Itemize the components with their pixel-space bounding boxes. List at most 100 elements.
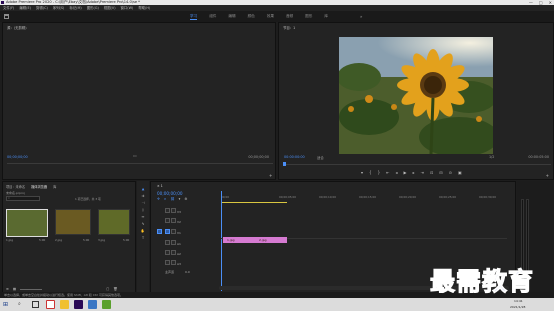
linked-selection-icon[interactable]: ⛓ xyxy=(170,197,174,201)
ruler-tick: 00;00;15;00 xyxy=(359,195,377,199)
program-scrubber[interactable] xyxy=(283,164,551,165)
project-tab[interactable]: 项目：未命名 xyxy=(6,184,25,189)
delete-icon[interactable]: 🗑 xyxy=(113,287,117,291)
new-item-icon[interactable]: ▢ xyxy=(106,287,109,291)
track-target-toggle[interactable] xyxy=(165,229,170,234)
add-marker-icon[interactable]: ▾ xyxy=(179,197,181,201)
media-browser-tab[interactable]: 媒体浏览器 xyxy=(31,184,47,189)
premiere-logo-icon xyxy=(1,1,4,4)
step-forward-icon[interactable]: ▸ xyxy=(413,170,415,175)
workspace-tab-learn[interactable]: 学习 xyxy=(190,14,198,20)
export-frame-icon[interactable]: ⊙ xyxy=(449,170,452,175)
workspace-tab-assembly[interactable]: 组件 xyxy=(209,14,216,20)
libraries-tab[interactable]: 库 xyxy=(53,184,56,189)
windows-taskbar: ⊞ ⌕ 14:41 2021/1/28 xyxy=(0,298,554,311)
snap-icon[interactable]: ∩ xyxy=(164,197,166,201)
app-taskbar-icon[interactable] xyxy=(102,300,111,309)
time-ruler[interactable]: 00;00 00;00;05;00 00;00;10;00 00;00;15;0… xyxy=(221,191,511,201)
extract-icon[interactable]: ⊟ xyxy=(439,170,442,175)
slip-tool-icon[interactable]: ↔ xyxy=(142,215,145,219)
program-timecode-duration: 00:00:05:00 xyxy=(528,155,549,159)
premiere-taskbar-icon[interactable] xyxy=(74,300,83,309)
app-taskbar-icon[interactable] xyxy=(88,300,97,309)
work-area-bar[interactable] xyxy=(221,202,287,203)
source-patch-v1[interactable] xyxy=(157,229,162,234)
track-target-toggle[interactable] xyxy=(165,250,170,255)
program-playhead[interactable] xyxy=(283,162,286,166)
workspace-tab-audio[interactable]: 音频 xyxy=(286,14,293,20)
track-lock-icon[interactable] xyxy=(171,240,176,245)
selection-tool-icon[interactable]: ▲ xyxy=(142,187,145,191)
program-timecode-current[interactable]: 00:00:00:00 xyxy=(284,155,305,159)
track-target-toggle[interactable] xyxy=(165,218,170,223)
icon-view-icon[interactable]: ▦ xyxy=(13,287,16,291)
window-title: Adobe Premiere Pro 2020 - C:\用户\Ebay\文档\… xyxy=(6,0,140,4)
source-monitor-title: 源：(无剪辑) xyxy=(7,26,27,30)
workspace-more-button[interactable]: » xyxy=(360,14,362,19)
project-panel: 项目：未命名 媒体浏览器 库 未命名.prproj ⌕ 1 项已选择，共 3 项… xyxy=(2,181,136,297)
browser-icon[interactable] xyxy=(46,300,55,309)
ripple-edit-tool-icon[interactable]: ⊣ xyxy=(142,201,145,205)
lift-icon[interactable]: ⊡ xyxy=(430,170,433,175)
workspace-tab-libraries[interactable]: 库 xyxy=(324,14,328,20)
workspace-tab-editing[interactable]: 编辑 xyxy=(228,14,235,20)
home-icon[interactable] xyxy=(4,14,9,19)
source-settings-icon[interactable]: ▭ xyxy=(133,153,137,158)
zoom-slider[interactable] xyxy=(20,289,43,290)
program-resolution-select[interactable]: 1/2 xyxy=(489,155,494,159)
project-item-thumbnail[interactable] xyxy=(98,209,130,235)
go-to-in-icon[interactable]: ⇤ xyxy=(386,170,389,175)
comparison-view-icon[interactable]: ▣ xyxy=(458,170,462,175)
track-header-v1: V1 xyxy=(151,229,221,236)
program-add-button[interactable]: + xyxy=(546,173,549,178)
source-add-button[interactable]: + xyxy=(269,173,272,178)
workspace-tab-graphics[interactable]: 图形 xyxy=(305,14,312,20)
nest-icon[interactable]: ✣ xyxy=(157,197,160,201)
timeline-timecode[interactable]: 00;00;00;00 xyxy=(157,191,183,196)
track-target-toggle[interactable] xyxy=(165,260,170,265)
project-search-input[interactable] xyxy=(6,196,40,201)
timeline-settings-icon[interactable]: ⚙ xyxy=(184,197,187,201)
taskbar-search-icon[interactable]: ⌕ xyxy=(18,301,21,307)
track-label: A2 xyxy=(177,252,181,256)
type-tool-icon[interactable]: T xyxy=(142,236,144,240)
ruler-tick: 00;00;25;00 xyxy=(439,195,457,199)
track-lock-icon[interactable] xyxy=(171,218,176,223)
hand-tool-icon[interactable]: ✋ xyxy=(141,229,145,233)
track-target-toggle[interactable] xyxy=(165,240,170,245)
file-explorer-icon[interactable] xyxy=(60,300,69,309)
timeline-clip[interactable]: 1.jpg xyxy=(223,237,255,243)
mark-in-icon[interactable]: ▾ xyxy=(361,170,363,175)
start-icon[interactable]: ⊞ xyxy=(3,301,8,308)
list-view-icon[interactable]: ≡ xyxy=(6,287,9,291)
master-track-header: 主声道 0.0 xyxy=(151,270,221,277)
source-scrubber[interactable] xyxy=(7,163,273,164)
master-volume-value[interactable]: 0.0 xyxy=(185,270,190,274)
step-back-icon[interactable]: ◂ xyxy=(395,170,397,175)
track-lock-icon[interactable] xyxy=(171,260,176,265)
workspace-tab-effects[interactable]: 效果 xyxy=(267,14,274,20)
program-zoom-select[interactable]: 适合 xyxy=(317,155,324,160)
track-lock-icon[interactable] xyxy=(171,208,176,213)
sequence-tab[interactable]: × 1 xyxy=(157,184,163,188)
razor-tool-icon[interactable]: ◊ xyxy=(142,208,144,212)
mark-out-button[interactable]: } xyxy=(378,170,381,175)
project-item-thumbnail[interactable] xyxy=(6,209,48,237)
track-label: A1 xyxy=(177,242,181,246)
go-to-out-icon[interactable]: ⇥ xyxy=(421,170,424,175)
workspace-tab-color[interactable]: 颜色 xyxy=(248,14,255,20)
timeline-playhead[interactable] xyxy=(221,191,222,291)
task-view-icon[interactable] xyxy=(32,301,39,308)
timeline-clip[interactable]: 2.jpg xyxy=(255,237,287,243)
track-header-a2: A2 xyxy=(151,250,221,257)
pen-tool-icon[interactable]: ✎ xyxy=(142,222,145,226)
project-item-thumbnail[interactable] xyxy=(55,209,91,235)
track-lock-icon[interactable] xyxy=(171,250,176,255)
ruler-tick: 00;00;05;00 xyxy=(279,195,297,199)
track-lock-icon[interactable] xyxy=(171,229,176,234)
track-select-tool-icon[interactable]: ⇉ xyxy=(142,194,145,198)
track-target-toggle[interactable] xyxy=(165,208,170,213)
mark-in-button[interactable]: { xyxy=(369,170,372,175)
play-icon[interactable]: ▶ xyxy=(403,170,406,175)
clip-label: 1.jpg xyxy=(227,238,235,242)
